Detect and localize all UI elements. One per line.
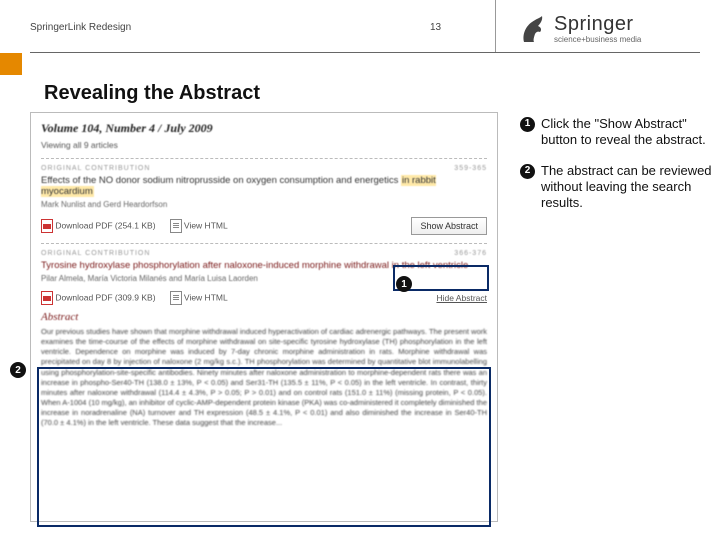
abstract-heading: Abstract — [41, 311, 487, 323]
article2-pages: 366-376 — [454, 250, 487, 257]
callout-box-2 — [37, 367, 491, 527]
html-icon — [170, 291, 182, 305]
logo-name: Springer — [554, 14, 641, 34]
orange-accent — [0, 53, 22, 75]
divider — [41, 243, 487, 244]
note-2: 2 The abstract can be reviewed without l… — [520, 163, 720, 212]
volume-line: Volume 104, Number 4 / July 2009 — [41, 121, 487, 136]
marker-1: 1 — [396, 276, 412, 292]
article1-title[interactable]: Effects of the NO donor sodium nitroprus… — [41, 175, 487, 197]
article2-category: ORIGINAL CONTRIBUTION — [41, 250, 150, 257]
note-1-number: 1 — [520, 117, 535, 132]
article2-actions: Download PDF (309.9 KB) View HTML Hide A… — [41, 291, 487, 305]
article1-actions: Download PDF (254.1 KB) View HTML Show A… — [41, 217, 487, 235]
article1-pages: 359-365 — [454, 165, 487, 172]
article1-category-row: ORIGINAL CONTRIBUTION 359-365 — [41, 165, 487, 172]
note-2-number: 2 — [520, 164, 535, 179]
page-number: 13 — [430, 22, 441, 33]
download-pdf-link[interactable]: Download PDF (254.1 KB) — [41, 219, 156, 233]
download-pdf-link[interactable]: Download PDF (309.9 KB) — [41, 291, 156, 305]
header: SpringerLink Redesign 13 Springer scienc… — [0, 0, 720, 54]
view-html-link[interactable]: View HTML — [170, 219, 228, 233]
pdf-icon — [41, 219, 53, 233]
horse-icon — [518, 12, 548, 46]
show-abstract-button[interactable]: Show Abstract — [411, 217, 487, 235]
marker-2: 2 — [10, 362, 26, 378]
article2-category-row: ORIGINAL CONTRIBUTION 366-376 — [41, 250, 487, 257]
note-2-text: The abstract can be reviewed without lea… — [541, 163, 720, 212]
article1-authors: Mark Nunlist and Gerd Heardorfson — [41, 200, 487, 209]
screenshot-figure: Volume 104, Number 4 / July 2009 Viewing… — [30, 112, 498, 522]
slide: SpringerLink Redesign 13 Springer scienc… — [0, 0, 720, 540]
view-html-link[interactable]: View HTML — [170, 291, 228, 305]
note-1-text: Click the "Show Abstract" button to reve… — [541, 116, 720, 149]
notes-panel: 1 Click the "Show Abstract" button to re… — [520, 116, 720, 225]
article2-title-pre: Tyrosine hydroxylase phosphorylation aft… — [41, 260, 392, 271]
logo-tagline: science+business media — [554, 36, 641, 44]
viewing-count: Viewing all 9 articles — [41, 140, 487, 150]
note-1: 1 Click the "Show Abstract" button to re… — [520, 116, 720, 149]
page-title: Revealing the Abstract — [44, 82, 260, 105]
html-icon — [170, 219, 182, 233]
header-title: SpringerLink Redesign — [30, 22, 131, 33]
header-divider — [495, 0, 496, 52]
article1-category: ORIGINAL CONTRIBUTION — [41, 165, 150, 172]
divider — [41, 158, 487, 159]
header-rule — [30, 52, 700, 53]
pdf-icon — [41, 291, 53, 305]
article1-title-pre: Effects of the NO donor sodium nitroprus… — [41, 175, 401, 186]
springer-logo: Springer science+business media — [518, 8, 698, 50]
hide-abstract-link[interactable]: Hide Abstract — [436, 293, 487, 303]
